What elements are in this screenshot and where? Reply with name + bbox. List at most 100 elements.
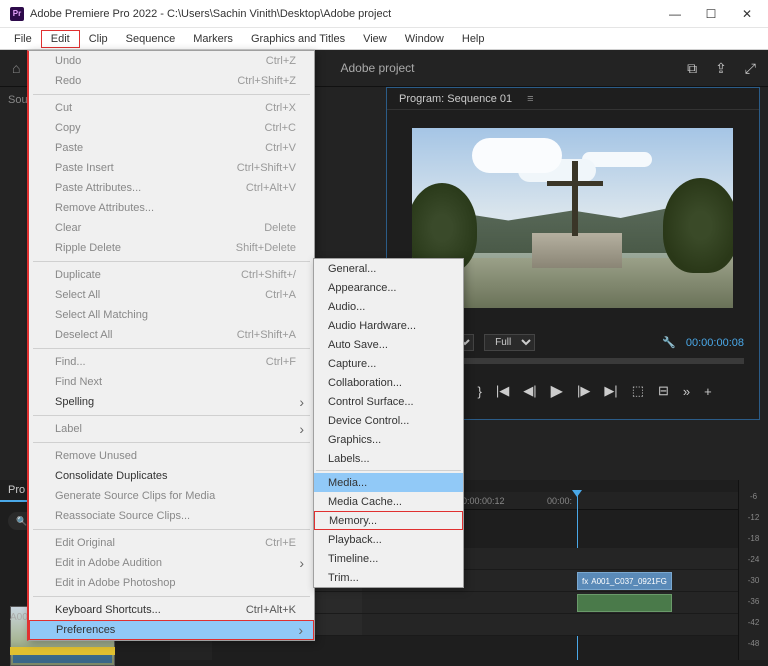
menu-clip[interactable]: Clip [80,31,117,47]
program-header: Program: Sequence 01 ≡ [387,88,759,110]
ruler-tick: 00:00: [547,496,637,506]
project-name: Adobe project [340,61,414,75]
edit-menu-find-next[interactable]: Find Next [29,372,314,392]
program-title: Program: Sequence 01 [399,93,512,105]
edit-menu-reassociate-source-clips-[interactable]: Reassociate Source Clips... [29,506,314,526]
video-clip[interactable]: fxA001_C037_0921FG [577,572,672,590]
meter-tick: -12 [739,513,768,522]
meter-tick: -6 [739,492,768,501]
step-forward-icon[interactable]: |▶ [577,383,590,399]
share-icon[interactable]: ⇪ [715,60,727,77]
pref-memory-[interactable]: Memory... [314,511,463,530]
edit-menu-keyboard-shortcuts-[interactable]: Keyboard Shortcuts...Ctrl+Alt+K [29,600,314,620]
mark-out-icon[interactable]: } [478,384,482,399]
pref-appearance-[interactable]: Appearance... [314,278,463,297]
menu-markers[interactable]: Markers [184,31,242,47]
pref-media-[interactable]: Media... [314,473,463,492]
menu-file[interactable]: File [5,31,41,47]
play-icon[interactable]: ▶ [551,381,563,401]
home-icon[interactable]: ⌂ [12,60,20,76]
pref-media-cache-[interactable]: Media Cache... [314,492,463,511]
pref-playback-[interactable]: Playback... [314,530,463,549]
pref-audio-[interactable]: Audio... [314,297,463,316]
maximize-button[interactable]: ☐ [704,7,718,21]
close-button[interactable]: ✕ [740,7,754,21]
meter-tick: -36 [739,597,768,606]
app-icon: Pr [10,7,24,21]
pref-capture-[interactable]: Capture... [314,354,463,373]
meter-tick: -48 [739,639,768,648]
minimize-button[interactable]: — [668,7,682,21]
pref-device-control-[interactable]: Device Control... [314,411,463,430]
pref-labels-[interactable]: Labels... [314,449,463,468]
menu-help[interactable]: Help [453,31,494,47]
menu-edit[interactable]: Edit [41,30,80,48]
edit-menu-clear[interactable]: ClearDelete [29,218,314,238]
edit-menu-select-all-matching[interactable]: Select All Matching [29,305,314,325]
preferences-submenu: General...Appearance...Audio...Audio Har… [313,258,464,588]
menu-view[interactable]: View [354,31,396,47]
edit-menu-preferences[interactable]: Preferences [29,620,314,640]
edit-menu-paste[interactable]: PasteCtrl+V [29,138,314,158]
track-body-a2[interactable] [362,614,768,636]
pref-graphics-[interactable]: Graphics... [314,430,463,449]
step-back-icon[interactable]: ◀| [523,383,536,399]
pref-collaboration-[interactable]: Collaboration... [314,373,463,392]
edit-menu-label[interactable]: Label [29,419,314,439]
audio-meters: -6 -12 -18 -24 -30 -36 -42 -48 [738,480,768,660]
pref-general-[interactable]: General... [314,259,463,278]
fullscreen-icon[interactable]: ⤢ [745,60,756,77]
go-to-out-icon[interactable]: ▶| [604,383,617,399]
source-panel-label: Sou [8,94,28,106]
edit-menu-paste-insert[interactable]: Paste InsertCtrl+Shift+V [29,158,314,178]
pref-trim-[interactable]: Trim... [314,568,463,587]
edit-menu-remove-attributes-[interactable]: Remove Attributes... [29,198,314,218]
export-frame-icon[interactable]: » [683,384,690,399]
edit-menu-edit-original[interactable]: Edit OriginalCtrl+E [29,533,314,553]
edit-menu-remove-unused[interactable]: Remove Unused [29,446,314,466]
pref-audio-hardware-[interactable]: Audio Hardware... [314,316,463,335]
menu-window[interactable]: Window [396,31,453,47]
ruler-tick: 00:00:00:12 [457,496,547,506]
quick-export-icon[interactable]: ⧉ [687,60,697,77]
window-title: Adobe Premiere Pro 2022 - C:\Users\Sachi… [30,8,668,20]
edit-menu-ripple-delete[interactable]: Ripple DeleteShift+Delete [29,238,314,258]
pref-timeline-[interactable]: Timeline... [314,549,463,568]
edit-menu-select-all[interactable]: Select AllCtrl+A [29,285,314,305]
edit-menu-dropdown: UndoCtrl+ZRedoCtrl+Shift+Z CutCtrl+XCopyC… [27,50,315,641]
settings-icon[interactable]: 🔧 [662,336,676,349]
menu-sequence[interactable]: Sequence [117,31,185,47]
meter-tick: -18 [739,534,768,543]
edit-menu-find-[interactable]: Find...Ctrl+F [29,352,314,372]
edit-menu-cut[interactable]: CutCtrl+X [29,98,314,118]
edit-menu-generate-source-clips-for-media[interactable]: Generate Source Clips for Media [29,486,314,506]
track-body-a1[interactable] [362,592,768,614]
pref-control-surface-[interactable]: Control Surface... [314,392,463,411]
menubar: File Edit Clip Sequence Markers Graphics… [0,28,768,50]
edit-menu-deselect-all[interactable]: Deselect AllCtrl+Shift+A [29,325,314,345]
edit-menu-consolidate-duplicates[interactable]: Consolidate Duplicates [29,466,314,486]
meter-tick: -30 [739,576,768,585]
meter-tick: -42 [739,618,768,627]
menu-graphics[interactable]: Graphics and Titles [242,31,354,47]
panel-menu-icon[interactable]: ≡ [527,93,533,105]
edit-menu-undo[interactable]: UndoCtrl+Z [29,51,314,71]
edit-menu-redo[interactable]: RedoCtrl+Shift+Z [29,71,314,91]
pref-auto-save-[interactable]: Auto Save... [314,335,463,354]
timecode-right: 00:00:00:08 [686,337,744,349]
resolution-select[interactable]: Full [484,334,535,351]
extract-icon[interactable]: ⊟ [658,383,669,399]
edit-menu-paste-attributes-[interactable]: Paste Attributes...Ctrl+Alt+V [29,178,314,198]
titlebar: Pr Adobe Premiere Pro 2022 - C:\Users\Sa… [0,0,768,28]
lift-icon[interactable]: ⬚ [632,383,644,399]
edit-menu-copy[interactable]: CopyCtrl+C [29,118,314,138]
edit-menu-edit-in-adobe-photoshop[interactable]: Edit in Adobe Photoshop [29,573,314,593]
edit-menu-spelling[interactable]: Spelling [29,392,314,412]
meter-tick: -24 [739,555,768,564]
go-to-in-icon[interactable]: |◀ [496,383,509,399]
clip-duration-bar [10,647,115,655]
edit-menu-duplicate[interactable]: DuplicateCtrl+Shift+/ [29,265,314,285]
edit-menu-edit-in-adobe-audition[interactable]: Edit in Adobe Audition [29,553,314,573]
audio-clip[interactable] [577,594,672,612]
button-editor-icon[interactable]: + [704,384,712,399]
